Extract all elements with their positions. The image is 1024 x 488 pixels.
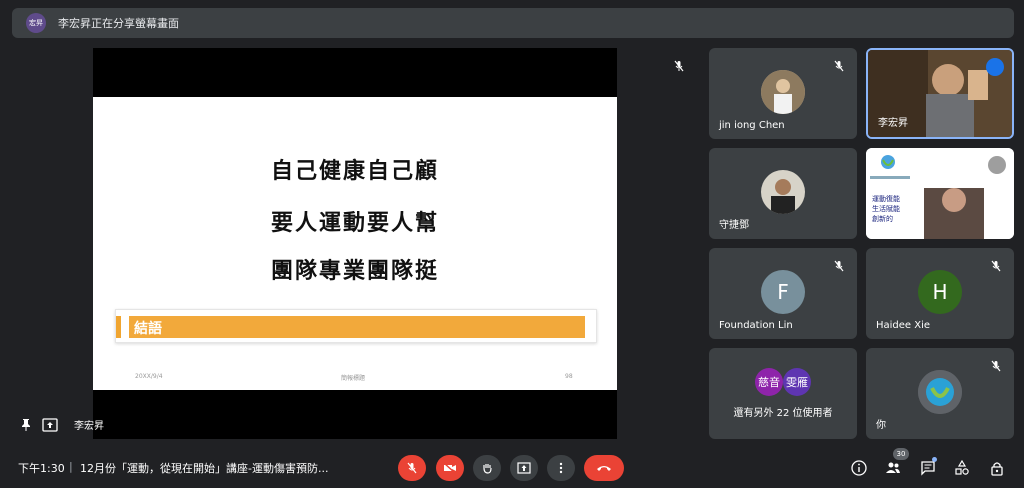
divider: | bbox=[69, 460, 73, 473]
participant-tile[interactable]: H Haidee Xie bbox=[866, 248, 1014, 339]
mic-off-icon bbox=[988, 156, 1006, 174]
logo-line-3: 創新的 bbox=[872, 215, 893, 223]
chat-icon[interactable] bbox=[920, 460, 936, 476]
meeting-details-icon[interactable] bbox=[851, 460, 867, 476]
slide-conclusion-box: 結語 bbox=[115, 309, 597, 343]
host-controls-icon[interactable] bbox=[989, 460, 1005, 476]
mic-off-icon bbox=[407, 462, 417, 474]
camera-toggle-button[interactable] bbox=[436, 455, 464, 481]
banner-text: 李宏昇正在分享螢幕畫面 bbox=[58, 17, 179, 30]
avatar: F bbox=[761, 270, 805, 314]
leave-call-button[interactable] bbox=[584, 455, 624, 481]
participants-count-badge: 30 bbox=[893, 448, 909, 460]
raise-hand-button[interactable] bbox=[473, 455, 501, 481]
logo-caption: 運動復能 生活賦能 創新的 bbox=[872, 194, 900, 224]
meeting-time: 下午1:30 bbox=[18, 462, 65, 475]
presenter-avatar: 宏昇 bbox=[26, 13, 46, 33]
avatar bbox=[918, 370, 962, 414]
slide-conclusion-label: 結語 bbox=[134, 321, 162, 337]
participant-tile[interactable]: jin iong Chen bbox=[709, 48, 857, 139]
self-tile[interactable]: 你 bbox=[866, 348, 1014, 439]
slide: 自己健康自己顧 要人運動要人幫 團隊專業團隊挺 結語 20XX/9/4 簡報標題… bbox=[93, 97, 617, 390]
participant-name: jin iong Chen bbox=[719, 120, 785, 131]
mic-off-icon bbox=[834, 260, 844, 272]
call-end-icon bbox=[597, 466, 611, 471]
avatar: 雯雁 bbox=[783, 368, 811, 396]
participant-name: Foundation Lin bbox=[719, 320, 793, 331]
participant-name: 守捷鄧 bbox=[719, 220, 749, 231]
participant-name: Haidee Xie bbox=[876, 320, 931, 331]
microphone-toggle-button[interactable] bbox=[398, 455, 426, 481]
bottom-toolbar: 下午1:30 | 12月份「運動，從現在開始」講座-運動傷害預防... 30 bbox=[0, 448, 1024, 488]
logo-line-2: 生活賦能 bbox=[872, 205, 900, 213]
mic-off-icon bbox=[991, 260, 1001, 272]
participant-tile[interactable]: 運動復能 生活賦能 創新的 bbox=[866, 148, 1014, 239]
meeting-title: 12月份「運動，從現在開始」講座-運動傷害預防... bbox=[80, 462, 329, 475]
slide-footer-date: 20XX/9/4 bbox=[135, 373, 163, 380]
slide-line-1: 自己健康自己顧 bbox=[270, 159, 439, 184]
camera-off-icon bbox=[443, 462, 456, 474]
slide-line-3: 團隊專業團隊挺 bbox=[270, 259, 439, 284]
present-to-all-icon bbox=[517, 462, 531, 474]
pin-icon[interactable] bbox=[20, 418, 32, 432]
more-vert-icon bbox=[559, 462, 563, 474]
screen-share-view[interactable]: 自己健康自己顧 要人運動要人幫 團隊專業團隊挺 結語 20XX/9/4 簡報標題… bbox=[93, 48, 617, 439]
mic-off-icon bbox=[834, 60, 844, 72]
more-options-button[interactable] bbox=[547, 455, 575, 481]
present-to-all-icon bbox=[42, 417, 58, 432]
present-now-button[interactable] bbox=[510, 455, 538, 481]
avatar: H bbox=[918, 270, 962, 314]
slide-accent-bar bbox=[116, 316, 121, 338]
presenting-banner: 宏昇 李宏昇正在分享螢幕畫面 bbox=[12, 8, 1014, 38]
avatar bbox=[761, 170, 805, 214]
mic-off-icon bbox=[674, 60, 684, 72]
logo-line-1: 運動復能 bbox=[872, 195, 900, 203]
participant-name: 李宏昇 bbox=[878, 118, 908, 129]
speaking-indicator-icon bbox=[986, 58, 1004, 76]
activities-icon[interactable] bbox=[954, 460, 970, 476]
presenter-label-bar: 李宏昇 bbox=[20, 417, 104, 432]
participant-tile-active-speaker[interactable]: 李宏昇 bbox=[866, 48, 1014, 139]
avatar-stack: 慈音 雯雁 bbox=[755, 368, 811, 396]
slide-footer-page: 98 bbox=[565, 373, 573, 380]
avatar: 慈音 bbox=[755, 368, 783, 396]
participant-name: 你 bbox=[876, 420, 886, 431]
participant-tile[interactable]: 守捷鄧 bbox=[709, 148, 857, 239]
participant-tile[interactable]: F Foundation Lin bbox=[709, 248, 857, 339]
slide-conclusion-bar: 結語 bbox=[129, 316, 585, 338]
presenter-name: 李宏昇 bbox=[74, 421, 104, 432]
slide-line-2: 要人運動要人幫 bbox=[270, 211, 439, 236]
people-icon[interactable] bbox=[885, 460, 901, 476]
more-participants-text: 還有另外 22 位使用者 bbox=[733, 408, 833, 419]
more-participants-tile[interactable]: 慈音 雯雁 還有另外 22 位使用者 bbox=[709, 348, 857, 439]
slide-footer-title: 簡報標題 bbox=[341, 375, 366, 382]
mic-off-icon bbox=[991, 360, 1001, 372]
avatar bbox=[761, 70, 805, 114]
hand-icon bbox=[483, 464, 492, 474]
chat-notification-dot bbox=[932, 457, 937, 462]
